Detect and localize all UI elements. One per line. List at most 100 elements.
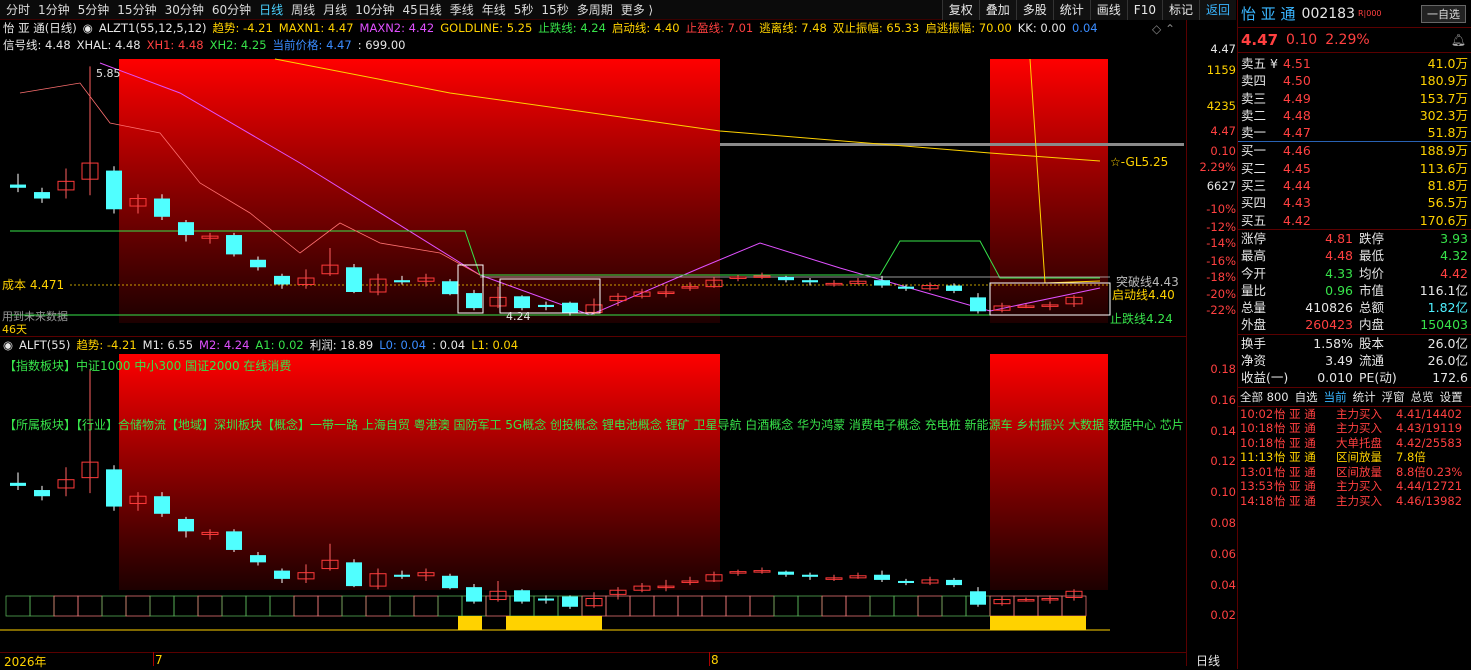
sells-row[interactable]: 卖五 ¥ 4.51 41.0万 xyxy=(1238,55,1471,72)
sub-bar xyxy=(725,595,751,617)
sub-bar xyxy=(821,595,847,617)
main-y-tick: 1159 xyxy=(1206,63,1236,77)
tick-value: 8.8倍0.23% xyxy=(1396,464,1463,479)
candle-body xyxy=(154,198,170,217)
tick-row[interactable]: 13:01 怡 亚 通 区间放量 8.8倍0.23% xyxy=(1238,465,1471,480)
sells-row[interactable]: 卖一 4.47 51.8万 xyxy=(1238,124,1471,141)
toolbar-button-5[interactable]: F10 xyxy=(1126,0,1162,20)
quote-tab-5[interactable]: 总览 xyxy=(1411,389,1434,405)
buys-row[interactable]: 买二 4.45 113.6万 xyxy=(1238,160,1471,177)
period-tab-7[interactable]: 周线 xyxy=(291,1,315,18)
toolbar-button-2[interactable]: 多股 xyxy=(1015,0,1053,20)
quote-tab-3[interactable]: 统计 xyxy=(1353,389,1376,405)
tick-value: 4.43/19119 xyxy=(1396,421,1463,436)
sub-collapse-icon[interactable]: ◉ xyxy=(3,338,13,352)
toolbar-button-7[interactable]: 返回 xyxy=(1198,0,1236,20)
sell-orders: 卖五 ¥ 4.51 41.0万 卖四 4.50 180.9万 卖三 4.49 153.7万 卖二 4… xyxy=(1238,53,1471,141)
tick-kind: 主力买入 xyxy=(1336,406,1382,421)
period-tab-2[interactable]: 5分钟 xyxy=(78,1,110,18)
quote-tab-0[interactable]: 全部 800 xyxy=(1240,389,1289,405)
period-tab-8[interactable]: 月线 xyxy=(323,1,347,18)
buys-row[interactable]: 买五 4.42 170.6万 xyxy=(1238,212,1471,229)
sectors-text: 【所属板块】【行业】合储物流【地域】深圳板块【概念】一带一路 上海自贸 粤港澳 … xyxy=(4,418,1184,432)
period-tab-5[interactable]: 60分钟 xyxy=(212,1,251,18)
main-y-tick: -14% xyxy=(1206,236,1236,250)
sub-bar xyxy=(245,595,271,617)
period-tab-10[interactable]: 45日线 xyxy=(402,1,441,18)
period-tab-3[interactable]: 15分钟 xyxy=(117,1,156,18)
toolbar-button-6[interactable]: 标记 xyxy=(1161,0,1199,20)
sub-bar xyxy=(893,595,919,617)
sub-bar xyxy=(701,595,727,617)
quote-tab-2[interactable]: 当前 xyxy=(1324,389,1347,405)
buys-row[interactable]: 买四 4.43 56.5万 xyxy=(1238,194,1471,211)
tick-row[interactable]: 13:53 怡 亚 通 主力买入 4.44/12721 xyxy=(1238,479,1471,494)
stat-label: 换手 xyxy=(1241,335,1267,351)
sub-candle-body xyxy=(466,587,482,602)
quote-tab-1[interactable]: 自选 xyxy=(1295,389,1318,405)
toolbar-button-4[interactable]: 画线 xyxy=(1089,0,1127,20)
period-tab-6[interactable]: 日线 xyxy=(259,1,283,18)
tick-row[interactable]: 14:18 怡 亚 通 主力买入 4.46/13982 xyxy=(1238,494,1471,509)
candle-body xyxy=(802,280,818,283)
order-label: 卖一 xyxy=(1241,125,1267,141)
sells-row[interactable]: 卖四 4.50 180.9万 xyxy=(1238,72,1471,89)
tick-row[interactable]: 11:13 怡 亚 通 区间放量 7.8倍 xyxy=(1238,450,1471,465)
sub-indicator-name[interactable]: ALFT(55) xyxy=(19,338,70,352)
order-volume: 56.5万 xyxy=(1427,195,1468,211)
period-tab-13[interactable]: 5秒 xyxy=(514,1,534,18)
sells-row[interactable]: 卖三 4.49 153.7万 xyxy=(1238,90,1471,107)
toolbar-button-3[interactable]: 统计 xyxy=(1052,0,1090,20)
candle-body xyxy=(178,222,194,236)
sub-bar xyxy=(293,595,319,617)
order-label: 买四 xyxy=(1241,195,1267,211)
period-tab-14[interactable]: 15秒 xyxy=(541,1,568,18)
stat-value: 410826 xyxy=(1305,300,1353,316)
order-label: 卖四 xyxy=(1241,73,1267,89)
period-tab-11[interactable]: 季线 xyxy=(450,1,474,18)
period-tab-1[interactable]: 1分钟 xyxy=(38,1,70,18)
period-tab-12[interactable]: 年线 xyxy=(482,1,506,18)
sells-row[interactable]: 卖二 4.48 302.3万 xyxy=(1238,107,1471,124)
tick-row[interactable]: 10:18 怡 亚 通 大单托盘 4.42/25583 xyxy=(1238,436,1471,451)
period-indicator[interactable]: 日线 xyxy=(1196,652,1220,669)
candle-body xyxy=(394,280,410,283)
candle-body xyxy=(250,259,266,268)
order-volume: 51.8万 xyxy=(1427,125,1468,141)
buys-row[interactable]: 买一 4.46 188.9万 xyxy=(1238,142,1471,159)
maxn2-value: MAXN2: 4.42 xyxy=(359,21,435,35)
add-watchlist-button[interactable]: 一自选 xyxy=(1421,4,1466,23)
main-kline-chart[interactable] xyxy=(0,53,1186,335)
tick-row[interactable]: 10:02 怡 亚 通 主力买入 4.41/14402 xyxy=(1238,407,1471,422)
period-tab-0[interactable]: 分时 xyxy=(6,1,30,18)
period-tab-4[interactable]: 30分钟 xyxy=(165,1,204,18)
toolbar-button-1[interactable]: 叠加 xyxy=(978,0,1016,20)
tick-row[interactable]: 10:18 怡 亚 通 主力买入 4.43/19119 xyxy=(1238,421,1471,436)
quote-tab-4[interactable]: 浮窗 xyxy=(1382,389,1405,405)
quote-tab-6[interactable]: 设置 xyxy=(1440,389,1463,405)
tick-kind: 区间放量 xyxy=(1336,464,1382,479)
quote-header: 怡 亚 通 002183 R|000 一自选 xyxy=(1238,0,1471,28)
period-tab-16[interactable]: 更多 ⟩ xyxy=(621,1,654,18)
sub-bar xyxy=(269,595,295,617)
collapse-icon[interactable]: ◉ xyxy=(83,21,93,35)
sub-indicator-line: ◉ ALFT(55) 趋势: -4.21 M1: 6.55 M2: 4.24 A… xyxy=(0,337,1186,353)
order-volume: 170.6万 xyxy=(1419,212,1468,228)
red-zone-1 xyxy=(119,59,720,323)
buys-row[interactable]: 买三 4.44 81.8万 xyxy=(1238,177,1471,194)
toolbar-button-0[interactable]: 复权 xyxy=(941,0,979,20)
days-label: 46天 xyxy=(2,323,27,336)
order-price: 4.42 xyxy=(1283,212,1311,228)
settings-icon[interactable]: ◇ ⌃ xyxy=(1152,22,1175,36)
sub-candle-body xyxy=(274,570,290,579)
candle-body xyxy=(466,293,482,309)
sub-indicator-chart[interactable] xyxy=(0,354,1186,652)
indicator-name[interactable]: ALZT1(55,12,5,12) xyxy=(99,21,207,35)
start-escape-value: 启逃振幅: 70.00 xyxy=(925,21,1012,35)
tick-name: 怡 亚 通 xyxy=(1274,435,1316,450)
period-tab-15[interactable]: 多周期 xyxy=(577,1,613,18)
period-tab-9[interactable]: 10分钟 xyxy=(355,1,394,18)
bell-icon[interactable]: 🔔︎ xyxy=(1451,33,1466,47)
stat-value: 4.48 xyxy=(1325,248,1353,264)
sub-bar xyxy=(941,595,967,617)
